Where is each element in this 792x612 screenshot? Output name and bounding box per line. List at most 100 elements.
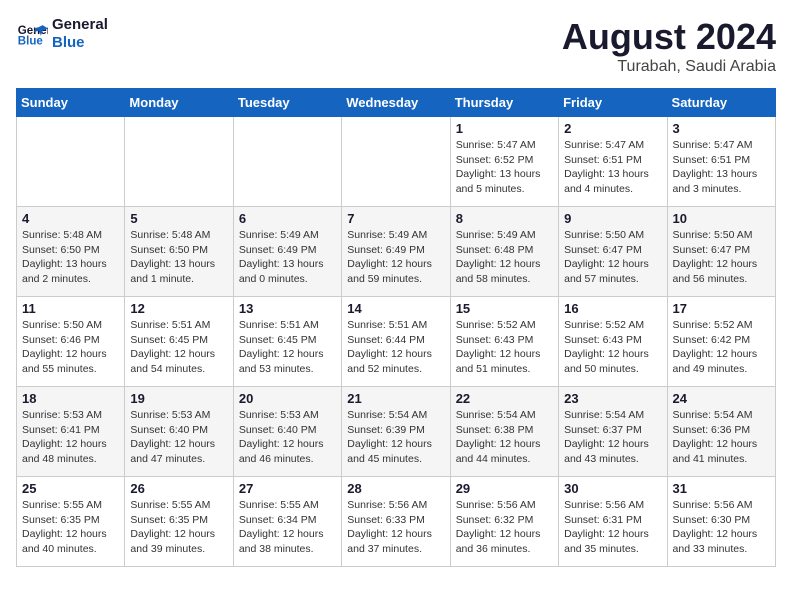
calendar-week-5: 25 Sunrise: 5:55 AM Sunset: 6:35 PM Dayli… [17, 477, 776, 567]
day-info: Sunrise: 5:51 AM Sunset: 6:44 PM Dayligh… [347, 318, 444, 377]
column-header-sunday: Sunday [17, 89, 125, 117]
column-header-saturday: Saturday [667, 89, 775, 117]
day-number: 7 [347, 211, 444, 226]
logo-blue: Blue [52, 34, 108, 52]
day-info: Sunrise: 5:50 AM Sunset: 6:47 PM Dayligh… [673, 228, 770, 287]
column-header-thursday: Thursday [450, 89, 558, 117]
day-info: Sunrise: 5:53 AM Sunset: 6:41 PM Dayligh… [22, 408, 119, 467]
column-header-friday: Friday [559, 89, 667, 117]
calendar-cell: 28 Sunrise: 5:56 AM Sunset: 6:33 PM Dayli… [342, 477, 450, 567]
day-info: Sunrise: 5:56 AM Sunset: 6:31 PM Dayligh… [564, 498, 661, 557]
calendar-cell: 26Sunrise: 5:55 AM Sunset: 6:35 PM Dayli… [125, 477, 233, 567]
calendar-cell: 12 Sunrise: 5:51 AM Sunset: 6:45 PM Dayli… [125, 297, 233, 387]
subtitle: Turabah, Saudi Arabia [562, 58, 776, 76]
day-number: 27 [239, 481, 336, 496]
calendar-cell [17, 117, 125, 207]
calendar-cell: 17 Sunrise: 5:52 AM Sunset: 6:42 PM Dayli… [667, 297, 775, 387]
calendar-cell: 14 Sunrise: 5:51 AM Sunset: 6:44 PM Dayli… [342, 297, 450, 387]
day-info: Sunrise: 5:51 AM Sunset: 6:45 PM Dayligh… [130, 318, 227, 377]
calendar-table: SundayMondayTuesdayWednesdayThursdayFrid… [16, 88, 776, 567]
calendar-cell: 10 Sunrise: 5:50 AM Sunset: 6:47 PM Dayli… [667, 207, 775, 297]
day-info: Sunrise: 5:51 AM Sunset: 6:45 PM Dayligh… [239, 318, 336, 377]
calendar-cell: 1Sunrise: 5:47 AM Sunset: 6:52 PM Daylig… [450, 117, 558, 207]
column-header-wednesday: Wednesday [342, 89, 450, 117]
calendar-cell: 31Sunrise: 5:56 AM Sunset: 6:30 PM Dayli… [667, 477, 775, 567]
calendar-week-3: 11 Sunrise: 5:50 AM Sunset: 6:46 PM Dayli… [17, 297, 776, 387]
calendar-cell: 21Sunrise: 5:54 AM Sunset: 6:39 PM Dayli… [342, 387, 450, 477]
calendar-cell: 13 Sunrise: 5:51 AM Sunset: 6:45 PM Dayli… [233, 297, 341, 387]
svg-text:Blue: Blue [18, 36, 44, 48]
day-number: 4 [22, 211, 119, 226]
day-info: Sunrise: 5:56 AM Sunset: 6:32 PM Dayligh… [456, 498, 553, 557]
day-info: Sunrise: 5:49 AM Sunset: 6:49 PM Dayligh… [239, 228, 336, 287]
logo: General Blue General Blue [16, 16, 108, 52]
column-header-monday: Monday [125, 89, 233, 117]
calendar-cell: 4 Sunrise: 5:48 AM Sunset: 6:50 PM Daylig… [17, 207, 125, 297]
day-info: Sunrise: 5:54 AM Sunset: 6:39 PM Dayligh… [347, 408, 444, 467]
day-info: Sunrise: 5:49 AM Sunset: 6:48 PM Dayligh… [456, 228, 553, 287]
day-number: 20 [239, 391, 336, 406]
day-info: Sunrise: 5:54 AM Sunset: 6:38 PM Dayligh… [456, 408, 553, 467]
page-header: General Blue General Blue August 2024 Tu… [16, 16, 776, 76]
day-info: Sunrise: 5:52 AM Sunset: 6:43 PM Dayligh… [564, 318, 661, 377]
day-number: 28 [347, 481, 444, 496]
calendar-cell [342, 117, 450, 207]
day-number: 13 [239, 301, 336, 316]
calendar-cell: 23Sunrise: 5:54 AM Sunset: 6:37 PM Dayli… [559, 387, 667, 477]
day-info: Sunrise: 5:52 AM Sunset: 6:43 PM Dayligh… [456, 318, 553, 377]
calendar-cell: 9 Sunrise: 5:50 AM Sunset: 6:47 PM Daylig… [559, 207, 667, 297]
calendar-week-4: 18Sunrise: 5:53 AM Sunset: 6:41 PM Dayli… [17, 387, 776, 477]
day-info: Sunrise: 5:48 AM Sunset: 6:50 PM Dayligh… [22, 228, 119, 287]
day-number: 12 [130, 301, 227, 316]
day-number: 1 [456, 121, 553, 136]
day-info: Sunrise: 5:56 AM Sunset: 6:30 PM Dayligh… [673, 498, 770, 557]
calendar-cell [125, 117, 233, 207]
day-number: 29 [456, 481, 553, 496]
calendar-cell: 20Sunrise: 5:53 AM Sunset: 6:40 PM Dayli… [233, 387, 341, 477]
calendar-header: SundayMondayTuesdayWednesdayThursdayFrid… [17, 89, 776, 117]
column-header-tuesday: Tuesday [233, 89, 341, 117]
day-number: 2 [564, 121, 661, 136]
day-number: 3 [673, 121, 770, 136]
calendar-cell: 18Sunrise: 5:53 AM Sunset: 6:41 PM Dayli… [17, 387, 125, 477]
calendar-week-2: 4 Sunrise: 5:48 AM Sunset: 6:50 PM Daylig… [17, 207, 776, 297]
day-number: 26 [130, 481, 227, 496]
day-number: 17 [673, 301, 770, 316]
calendar-cell: 19Sunrise: 5:53 AM Sunset: 6:40 PM Dayli… [125, 387, 233, 477]
day-number: 22 [456, 391, 553, 406]
header-row: SundayMondayTuesdayWednesdayThursdayFrid… [17, 89, 776, 117]
calendar-cell: 11 Sunrise: 5:50 AM Sunset: 6:46 PM Dayli… [17, 297, 125, 387]
day-number: 25 [22, 481, 119, 496]
day-number: 23 [564, 391, 661, 406]
day-number: 15 [456, 301, 553, 316]
day-number: 24 [673, 391, 770, 406]
calendar-cell: 15 Sunrise: 5:52 AM Sunset: 6:43 PM Dayli… [450, 297, 558, 387]
day-info: Sunrise: 5:54 AM Sunset: 6:36 PM Dayligh… [673, 408, 770, 467]
day-info: Sunrise: 5:50 AM Sunset: 6:47 PM Dayligh… [564, 228, 661, 287]
logo-icon: General Blue [16, 18, 48, 50]
calendar-cell: 30Sunrise: 5:56 AM Sunset: 6:31 PM Dayli… [559, 477, 667, 567]
main-title: August 2024 [562, 16, 776, 58]
calendar-cell: 5 Sunrise: 5:48 AM Sunset: 6:50 PM Daylig… [125, 207, 233, 297]
day-number: 10 [673, 211, 770, 226]
day-number: 6 [239, 211, 336, 226]
day-info: Sunrise: 5:49 AM Sunset: 6:49 PM Dayligh… [347, 228, 444, 287]
calendar-cell: 8Sunrise: 5:49 AM Sunset: 6:48 PM Daylig… [450, 207, 558, 297]
day-number: 14 [347, 301, 444, 316]
calendar-cell: 7 Sunrise: 5:49 AM Sunset: 6:49 PM Daylig… [342, 207, 450, 297]
calendar-cell: 3 Sunrise: 5:47 AM Sunset: 6:51 PM Daylig… [667, 117, 775, 207]
day-info: Sunrise: 5:55 AM Sunset: 6:35 PM Dayligh… [22, 498, 119, 557]
day-info: Sunrise: 5:47 AM Sunset: 6:51 PM Dayligh… [564, 138, 661, 197]
day-info: Sunrise: 5:47 AM Sunset: 6:51 PM Dayligh… [673, 138, 770, 197]
day-info: Sunrise: 5:53 AM Sunset: 6:40 PM Dayligh… [130, 408, 227, 467]
day-number: 11 [22, 301, 119, 316]
day-info: Sunrise: 5:48 AM Sunset: 6:50 PM Dayligh… [130, 228, 227, 287]
calendar-cell: 2 Sunrise: 5:47 AM Sunset: 6:51 PM Daylig… [559, 117, 667, 207]
day-info: Sunrise: 5:50 AM Sunset: 6:46 PM Dayligh… [22, 318, 119, 377]
day-number: 9 [564, 211, 661, 226]
day-info: Sunrise: 5:56 AM Sunset: 6:33 PM Dayligh… [347, 498, 444, 557]
calendar-cell: 6 Sunrise: 5:49 AM Sunset: 6:49 PM Daylig… [233, 207, 341, 297]
day-info: Sunrise: 5:52 AM Sunset: 6:42 PM Dayligh… [673, 318, 770, 377]
day-number: 5 [130, 211, 227, 226]
calendar-cell: 22 Sunrise: 5:54 AM Sunset: 6:38 PM Dayli… [450, 387, 558, 477]
